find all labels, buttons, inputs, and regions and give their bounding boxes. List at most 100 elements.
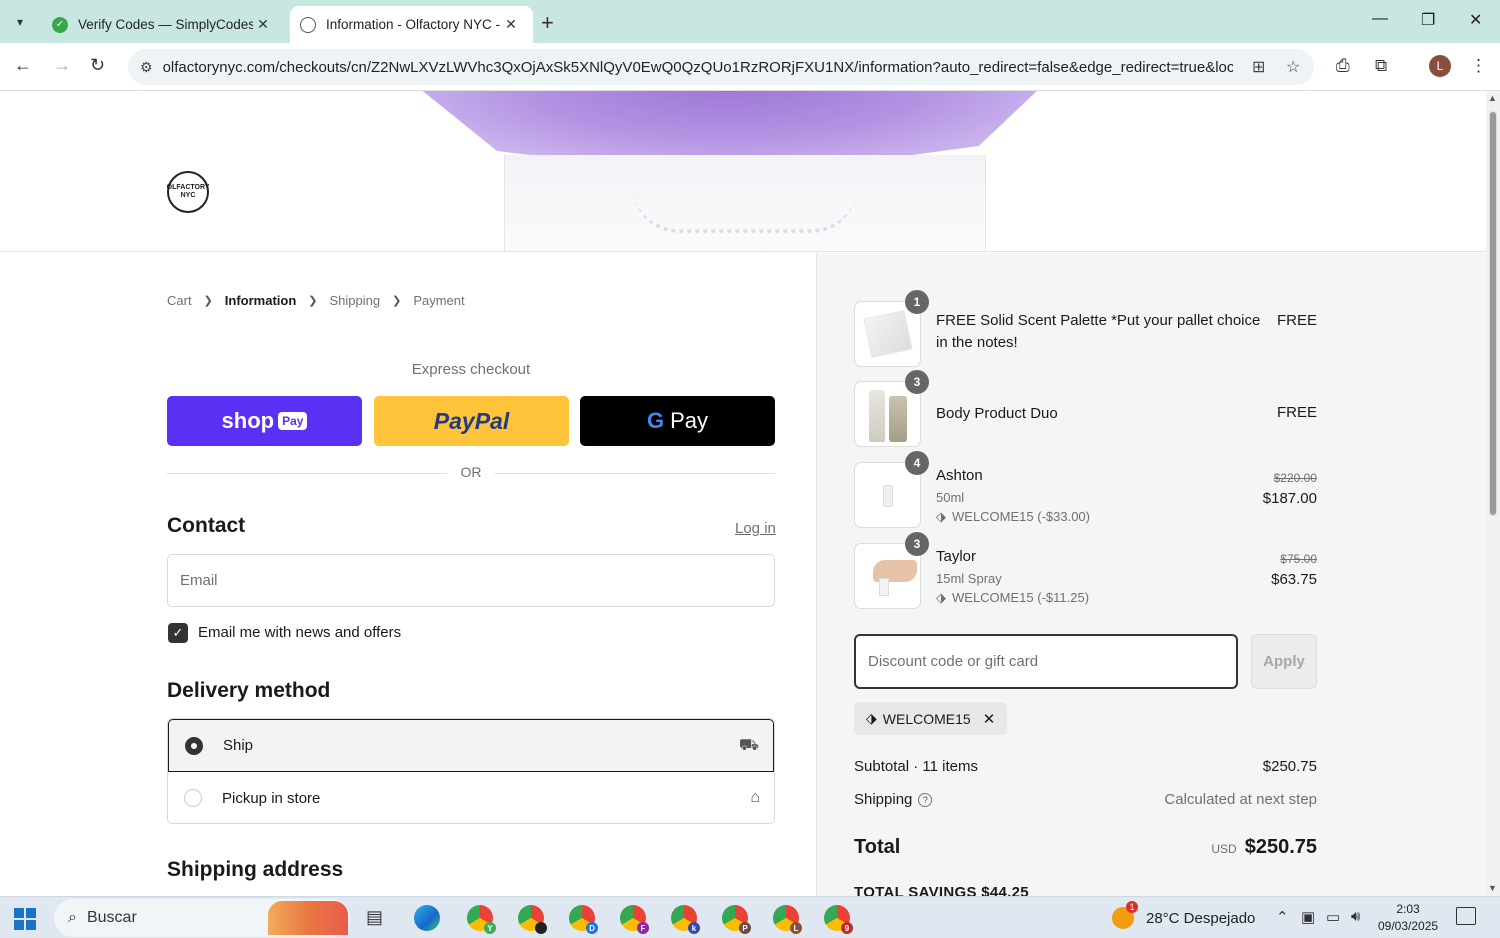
shipping-row: Shipping? Calculated at next step: [854, 791, 1317, 808]
applied-discount-chip: ⬗ WELCOME15 ✕: [854, 702, 1008, 735]
chrome-profile-icon[interactable]: L: [773, 905, 802, 934]
search-icon: ⌕: [68, 909, 77, 926]
tab-olfactory[interactable]: Information - Olfactory NYC - C ✕: [290, 6, 533, 43]
scrollbar-thumb[interactable]: [1489, 111, 1497, 516]
task-view-icon[interactable]: ▤: [366, 907, 383, 928]
reload-icon[interactable]: ↻: [90, 55, 105, 76]
chrome-profile-icon[interactable]: Y: [467, 905, 496, 934]
weather-text: 28°C Despejado: [1146, 909, 1256, 927]
scroll-up-icon[interactable]: ▲: [1488, 93, 1497, 103]
delivery-heading: Delivery method: [167, 679, 331, 702]
item-name: Body Product Duo: [936, 405, 1058, 422]
translate-icon[interactable]: ⊞: [1252, 57, 1265, 77]
total-label: Total: [854, 836, 901, 858]
chrome-profile-icon[interactable]: D: [569, 905, 598, 934]
newsletter-checkbox[interactable]: ✓: [168, 623, 188, 643]
minimize-icon[interactable]: —: [1372, 10, 1388, 28]
close-window-icon[interactable]: ✕: [1469, 10, 1482, 30]
radio-selected[interactable]: [185, 736, 203, 755]
discount-code-input[interactable]: Discount code or gift card: [854, 634, 1238, 689]
newsletter-label[interactable]: Email me with news and offers: [198, 624, 401, 641]
delivery-option-label: Pickup in store: [222, 789, 321, 807]
printer-icon[interactable]: ⎙: [1336, 56, 1350, 76]
back-arrow-icon[interactable]: ←: [14, 55, 32, 76]
chrome-profile-icon[interactable]: P: [722, 905, 751, 934]
address-bar[interactable]: ⚙ olfactorynyc.com/checkouts/cn/Z2NwLXVz…: [128, 49, 1314, 85]
site-settings-icon[interactable]: ⚙: [140, 59, 153, 76]
chevron-right-icon: ❯: [308, 295, 318, 307]
item-name: Ashton: [936, 467, 983, 484]
item-price: FREE: [1276, 312, 1317, 329]
breadcrumb-cart[interactable]: Cart: [167, 293, 192, 308]
item-discount: ⬗ WELCOME15 (-$11.25): [936, 590, 1089, 606]
info-icon[interactable]: ?: [918, 793, 933, 808]
applied-discount-code: WELCOME15: [882, 710, 971, 727]
item-discount-text: WELCOME15 (-$33.00): [952, 509, 1090, 524]
tab-search-chevron-icon[interactable]: ▾: [6, 8, 34, 36]
chevron-right-icon: ❯: [392, 295, 402, 307]
network-icon[interactable]: ▭: [1326, 908, 1340, 926]
chrome-profile-icon[interactable]: F: [620, 905, 649, 934]
item-discount-text: WELCOME15 (-$11.25): [952, 590, 1090, 605]
radio-unselected[interactable]: [184, 789, 202, 807]
shipping-value: Calculated at next step: [1164, 791, 1317, 808]
login-link[interactable]: Log in: [735, 520, 776, 537]
subtotal-value: $250.75: [1262, 758, 1317, 775]
extensions-puzzle-icon[interactable]: ⧉: [1375, 56, 1387, 76]
taskbar-search-label: Buscar: [86, 909, 137, 926]
url-text[interactable]: olfactorynyc.com/checkouts/cn/Z2NwLXVzLW…: [163, 59, 1233, 76]
meet-now-icon[interactable]: ▣: [1301, 908, 1315, 926]
tab-strip: ▾ ✓ Verify Codes — SimplyCodes ✕ Informa…: [0, 0, 1500, 43]
chrome-profile-icon[interactable]: [518, 905, 547, 934]
item-price: $63.75: [1271, 571, 1317, 588]
shipping-label: Shipping: [854, 791, 913, 808]
item-price: $187.00: [1262, 490, 1317, 507]
chevron-up-icon[interactable]: ⌃: [1276, 908, 1289, 926]
weather-widget[interactable]: 1 28°C Despejado: [1112, 901, 1256, 929]
paypal-button[interactable]: PayPal: [374, 396, 569, 446]
header-banner: OLFACTORY NYC: [0, 91, 1486, 252]
windows-taskbar: ⌕ Buscar ▤ Y D F k P L 9 1 28°C Despejad…: [0, 896, 1500, 938]
tag-icon: ⬗: [936, 509, 946, 524]
contact-heading: Contact: [167, 514, 246, 537]
subtotal-row: Subtotal · 11 items $250.75: [854, 758, 1317, 775]
breadcrumb-shipping: Shipping: [329, 293, 381, 308]
tab-simplycodes[interactable]: ✓ Verify Codes — SimplyCodes ✕: [40, 6, 285, 43]
delivery-option-pickup[interactable]: Pickup in store ⌂: [168, 772, 774, 823]
bookmark-star-icon[interactable]: ☆: [1286, 57, 1300, 77]
item-price: FREE: [1276, 404, 1317, 421]
item-name: Taylor: [936, 548, 977, 565]
email-field[interactable]: Email: [167, 554, 775, 607]
store-logo[interactable]: OLFACTORY NYC: [167, 171, 209, 213]
quantity-badge: 3: [905, 370, 929, 394]
or-divider: OR: [167, 464, 775, 484]
chrome-profile-icon[interactable]: k: [671, 905, 700, 934]
remove-discount-icon[interactable]: ✕: [983, 710, 996, 728]
quantity-badge: 1: [905, 290, 929, 314]
forward-arrow-icon[interactable]: →: [53, 55, 71, 76]
close-tab-icon[interactable]: ✕: [501, 16, 521, 33]
chrome-profile-icon[interactable]: 9: [824, 905, 853, 934]
scroll-down-icon[interactable]: ▼: [1488, 883, 1497, 893]
apply-discount-button[interactable]: Apply: [1251, 634, 1317, 689]
edge-browser-icon[interactable]: [414, 905, 440, 931]
system-clock[interactable]: 2:03 09/03/2025: [1378, 901, 1438, 935]
google-pay-button[interactable]: G Pay: [580, 396, 775, 446]
shop-pay-button[interactable]: shop Pay: [167, 396, 362, 446]
windows-start-icon[interactable]: [14, 908, 36, 930]
new-tab-plus-icon[interactable]: +: [541, 10, 554, 36]
delivery-option-ship[interactable]: Ship ⛟: [168, 719, 774, 772]
clock-time: 2:03: [1396, 902, 1420, 916]
total-currency: USD: [1211, 842, 1237, 856]
volume-icon[interactable]: 🔊︎: [1351, 908, 1360, 925]
profile-avatar[interactable]: L: [1429, 55, 1451, 77]
notifications-icon[interactable]: [1456, 907, 1476, 925]
close-tab-icon[interactable]: ✕: [253, 16, 273, 33]
item-variant: 15ml Spray: [936, 571, 1002, 586]
quantity-badge: 4: [905, 451, 929, 475]
restore-icon[interactable]: ❐: [1421, 10, 1435, 30]
breadcrumb: Cart ❯ Information ❯ Shipping ❯ Payment: [167, 293, 465, 308]
truck-icon: ⛟: [738, 736, 759, 754]
page-scrollbar[interactable]: ▲ ▼: [1486, 91, 1500, 896]
more-menu-icon[interactable]: ⋮: [1470, 56, 1487, 76]
